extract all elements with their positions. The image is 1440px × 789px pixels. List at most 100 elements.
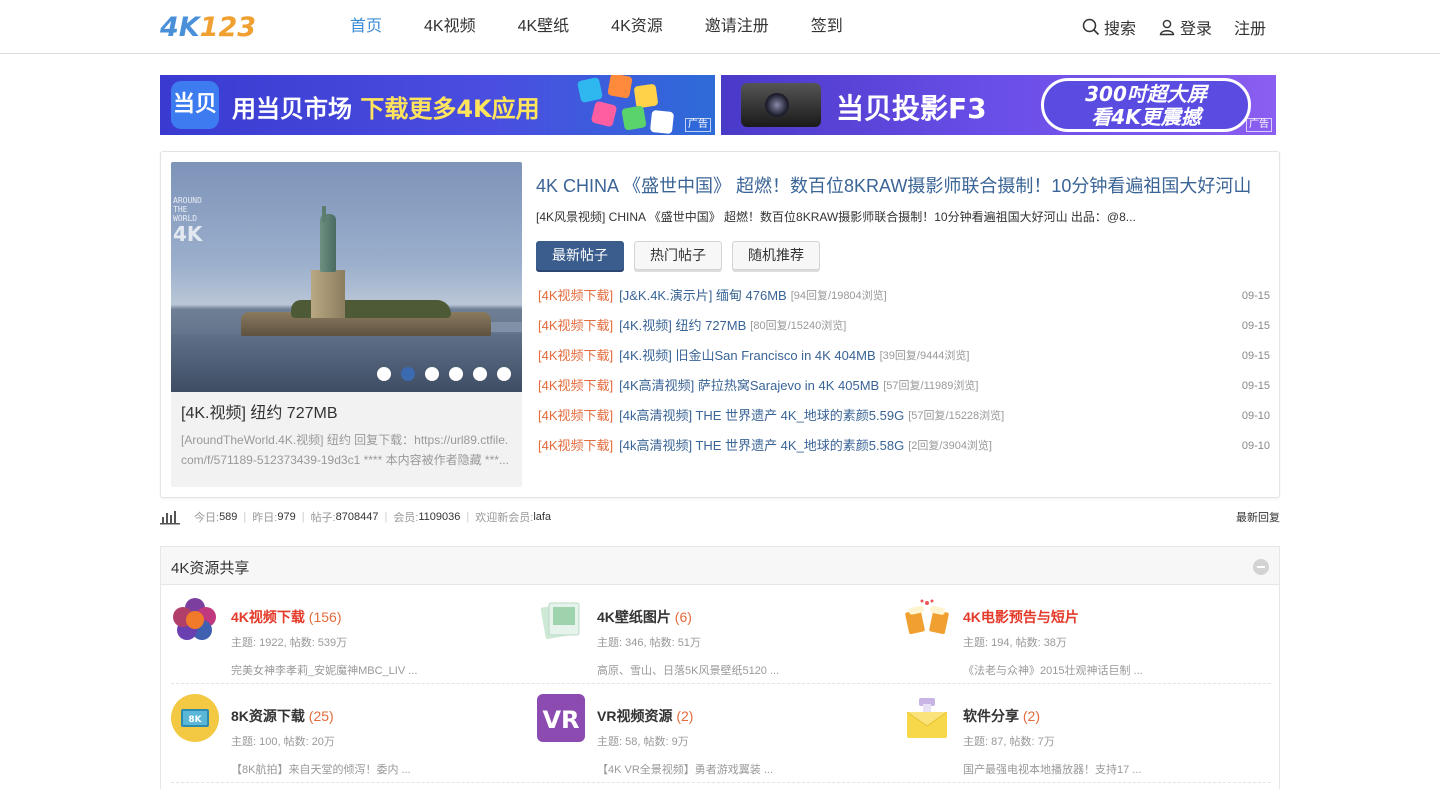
forum-item[interactable]: 4K壁纸图片 (6) 主题: 346, 帖数: 51万 高原、雪山、日落5K风景… — [537, 595, 903, 693]
latest-replies-link[interactable]: 最新回复 — [1236, 509, 1280, 525]
slider-dot-active[interactable] — [401, 367, 415, 381]
tab-hot-posts[interactable]: 热门帖子 — [634, 241, 722, 270]
forum-name[interactable]: 8K资源下载 (25) — [231, 706, 334, 726]
ad-banner-dangbei-projector[interactable]: 当贝投影F3 300吋超大屏 看4K更震撼 广告 — [721, 75, 1276, 135]
thread-date: 09-15 — [1241, 350, 1270, 362]
thread-row: [4K视频下载] [4K高清视频] 萨拉热窝Sarajevo in 4K 405… — [538, 376, 1270, 406]
thread-category[interactable]: [4K视频下载] — [538, 316, 613, 346]
forum-name-text: 4K视频下载 — [231, 609, 305, 625]
forum-last-post[interactable]: 国产最强电视本地播放器！支持17 ... — [963, 761, 1141, 777]
header-actions: 搜索 登录 注册 — [1060, 0, 1266, 54]
forum-name[interactable]: VR视频资源 (2) — [597, 706, 693, 726]
login-button[interactable]: 登录 — [1158, 15, 1212, 39]
forum-section: 4K资源共享 4K视频下载 (156) 主题: 1922, 帖数: 539万 完… — [160, 546, 1280, 789]
slider-dot[interactable] — [497, 367, 511, 381]
thread-stats: [57回复/15228浏览] — [908, 410, 1005, 422]
stat-newest-member[interactable]: lafa — [533, 511, 551, 523]
slider-dot[interactable] — [449, 367, 463, 381]
forum-item[interactable]: VR VR视频资源 (2) 主题: 58, 帖数: 9万 【4K VR全景视频】… — [537, 694, 903, 789]
nav-4k-resources[interactable]: 4K资源 — [595, 0, 679, 54]
forum-last-post[interactable]: 《法老与众神》2015壮观神话巨制 ... — [963, 662, 1143, 678]
thread-category[interactable]: [4K视频下载] — [538, 436, 613, 466]
slider-dots — [377, 367, 521, 381]
dangbei-app-icon: 当贝 — [171, 81, 219, 129]
thread-title[interactable]: [4K.视频] 旧金山San Francisco in 4K 404MB — [619, 346, 875, 376]
nav-home[interactable]: 首页 — [334, 0, 398, 54]
forum-item[interactable]: 4K视频下载 (156) 主题: 1922, 帖数: 539万 完美女神李孝莉_… — [171, 595, 537, 693]
row-divider — [171, 782, 1271, 783]
forum-item[interactable]: 4K电影预告与短片 主题: 194, 帖数: 38万 《法老与众神》2015壮观… — [903, 595, 1269, 693]
thread-date: 09-10 — [1241, 410, 1270, 422]
forum-item[interactable]: 软件分享 (2) 主题: 87, 帖数: 7万 国产最强电视本地播放器！支持17… — [903, 694, 1269, 789]
ad-tag: 广告 — [685, 118, 711, 132]
ad-left-text-a: 用当贝市场 — [232, 95, 361, 123]
tab-latest-posts[interactable]: 最新帖子 — [536, 241, 624, 270]
forum-last-post[interactable]: 【4K VR全景视频】勇者游戏翼装 ... — [597, 761, 773, 777]
slider-dot[interactable] — [473, 367, 487, 381]
ad-banner-dangbei-market[interactable]: 当贝 用当贝市场 下载更多4K应用 广告 — [160, 75, 715, 135]
forum-name-text: 8K资源下载 — [231, 708, 305, 724]
thread-stats: [94回复/19804浏览] — [790, 290, 887, 302]
thread-date: 09-15 — [1241, 320, 1270, 332]
featured-description: [4K风景视频] CHINA 《盛世中国》 超燃！数百位8KRAW摄影师联合摄制… — [536, 210, 1136, 224]
nav-checkin[interactable]: 签到 — [795, 0, 859, 54]
logo-text-123: 123 — [199, 11, 257, 43]
slide-description: [AroundTheWorld.4K.视频] 纽约 回复下载：https://u… — [181, 433, 509, 467]
forum-today-count: (156) — [308, 609, 342, 625]
ad-left-text-b: 下载更多4K应用 — [360, 95, 540, 123]
forum-name[interactable]: 4K电影预告与短片 — [963, 607, 1079, 627]
thread-tabs: 最新帖子 热门帖子 随机推荐 — [536, 241, 830, 270]
ad-right-text: 当贝投影F3 — [836, 92, 987, 125]
collapse-icon[interactable] — [1253, 559, 1269, 575]
stat-newest-label: 欢迎新会员: — [475, 512, 534, 524]
forum-name[interactable]: 4K壁纸图片 (6) — [597, 607, 692, 627]
forum-last-post[interactable]: 高原、雪山、日落5K风景壁纸5120 ... — [597, 662, 779, 678]
thread-category[interactable]: [4K视频下载] — [538, 346, 613, 376]
featured-title[interactable]: 4K CHINA 《盛世中国》 超燃！数百位8KRAW摄影师联合摄制！10分钟看… — [536, 172, 1251, 198]
forum-item[interactable]: 8K 8K资源下载 (25) 主题: 100, 帖数: 20万 【8K航拍】来自… — [171, 694, 537, 789]
slide-photo[interactable]: AROUND THE WORLD 4K — [171, 162, 522, 392]
forum-meta: 主题: 346, 帖数: 51万 — [597, 637, 701, 649]
thread-title[interactable]: [4K高清视频] 萨拉热窝Sarajevo in 4K 405MB — [619, 376, 879, 406]
stat-today-label: 今日: — [194, 512, 220, 524]
forum-name-text: 4K壁纸图片 — [597, 609, 671, 625]
thread-title[interactable]: [4k高清视频] THE 世界遗产 4K_地球的素颜5.58G — [619, 436, 904, 466]
forum-last-post[interactable]: 【8K航拍】来自天堂的倾泻！委内 ... — [231, 761, 411, 777]
stat-yesterday-label: 昨日: — [252, 512, 278, 524]
thread-row: [4K视频下载] [4k高清视频] THE 世界遗产 4K_地球的素颜5.59G… — [538, 406, 1270, 436]
site-logo[interactable]: 4K 123 — [160, 11, 257, 43]
stat-members: 1109036 — [418, 511, 461, 523]
featured-box: AROUND THE WORLD 4K [4K.视频] 纽约 727MB [Ar… — [160, 151, 1280, 498]
thread-stats: [39回复/9444浏览] — [879, 350, 970, 362]
nav-4k-video[interactable]: 4K视频 — [408, 0, 492, 54]
thread-date: 09-10 — [1241, 440, 1270, 452]
thread-title[interactable]: [J&K.4K.演示片] 缅甸 476MB — [619, 286, 787, 316]
main-nav: 首页 4K视频 4K壁纸 4K资源 邀请注册 签到 — [334, 0, 869, 54]
thread-category[interactable]: [4K视频下载] — [538, 286, 613, 316]
forum-meta: 主题: 100, 帖数: 20万 — [231, 736, 335, 748]
forum-today-count: (2) — [676, 708, 694, 724]
thread-title[interactable]: [4k高清视频] THE 世界遗产 4K_地球的素颜5.59G — [619, 406, 904, 436]
nav-4k-wallpaper[interactable]: 4K壁纸 — [502, 0, 586, 54]
forum-last-post[interactable]: 完美女神李孝莉_安妮魔神MBC_LIV ... — [231, 662, 417, 678]
search-button[interactable]: 搜索 — [1082, 15, 1136, 39]
slide-title[interactable]: [4K.视频] 纽约 727MB — [181, 399, 338, 423]
forum-name[interactable]: 软件分享 (2) — [963, 706, 1040, 726]
thread-category[interactable]: [4K视频下载] — [538, 376, 613, 406]
slider-dot[interactable] — [377, 367, 391, 381]
photo-watermark: AROUND THE WORLD 4K — [173, 196, 213, 245]
thread-category[interactable]: [4K视频下载] — [538, 406, 613, 436]
nav-invite-register[interactable]: 邀请注册 — [689, 0, 785, 54]
tab-random[interactable]: 随机推荐 — [732, 241, 820, 270]
forum-stats-bar: 今日: 589 | 昨日: 979 | 帖子: 8708447 | 会员: 11… — [160, 508, 1280, 526]
photos-icon — [540, 602, 580, 640]
register-button[interactable]: 注册 — [1234, 15, 1266, 39]
forum-meta: 主题: 1922, 帖数: 539万 — [231, 637, 348, 649]
slider-dot[interactable] — [425, 367, 439, 381]
thread-title[interactable]: [4K.视频] 纽约 727MB — [619, 316, 746, 346]
projector-image — [741, 83, 821, 127]
login-label: 登录 — [1179, 21, 1212, 38]
forum-name[interactable]: 4K视频下载 (156) — [231, 607, 341, 627]
image-slider[interactable]: AROUND THE WORLD 4K [4K.视频] 纽约 727MB [Ar… — [171, 162, 522, 487]
section-title[interactable]: 4K资源共享 — [171, 557, 249, 578]
